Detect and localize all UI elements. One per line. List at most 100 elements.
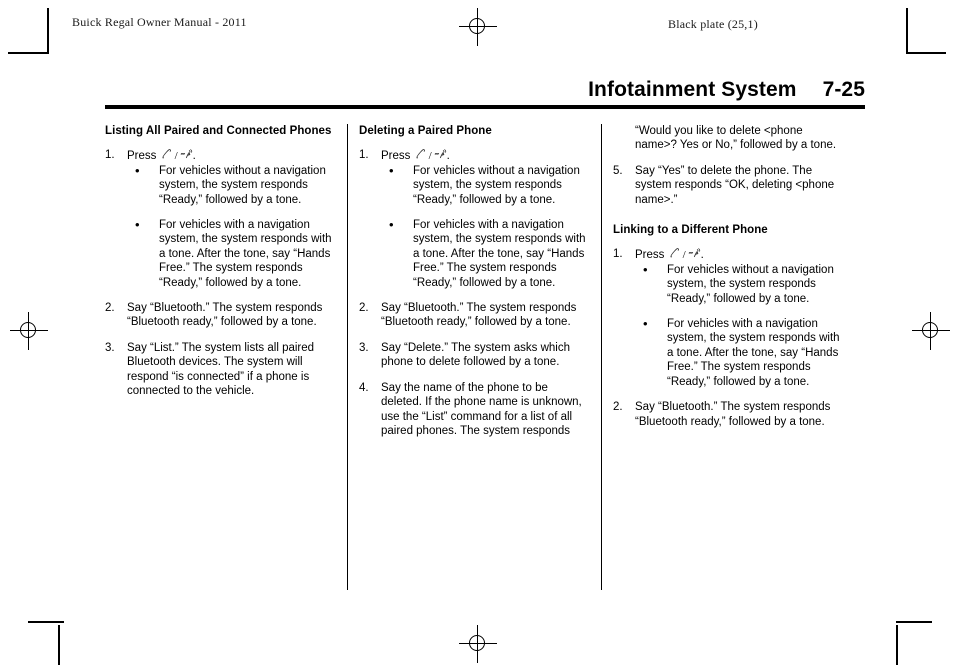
voice-recognition-icon — [434, 148, 447, 161]
page-title: Infotainment System — [588, 78, 797, 101]
press-label: Press — [127, 150, 157, 163]
continuation-text: “Would you like to delete <phone name>? … — [635, 125, 837, 152]
subheading-listing-paired-phones: Listing All Paired and Connected Phones — [105, 125, 332, 137]
step-text: Press /. • For vehicles without a naviga… — [381, 148, 591, 290]
bullet-dot: • — [389, 217, 394, 233]
section-title-row: Infotainment System 7-25 — [105, 78, 865, 102]
crop-mark-top-left-horizontal — [8, 52, 48, 54]
registration-horizontal-line — [459, 643, 497, 644]
bullet-dot: • — [135, 162, 140, 178]
step-number: 1. — [359, 149, 369, 162]
column-divider-2 — [591, 124, 613, 590]
icon-separator: / — [682, 249, 686, 262]
step-number: 3. — [359, 341, 369, 354]
step-item: 3. Say “Delete.” The system asks which p… — [359, 341, 591, 370]
step-item: 5. Say “Yes” to delete the phone. The sy… — [613, 164, 845, 207]
manual-page: Buick Regal Owner Manual - 2011 Black pl… — [0, 0, 954, 668]
bullet-text: For vehicles without a navigation system… — [159, 164, 326, 206]
registration-horizontal-line — [10, 330, 48, 331]
step-text: Press /. • For vehicles without a naviga… — [127, 148, 337, 290]
step-item: 2. Say “Bluetooth.” The system responds … — [613, 400, 845, 429]
step-number: 4. — [359, 381, 369, 394]
title-rule — [105, 105, 865, 109]
crop-mark-bottom-left-vertical — [58, 625, 60, 665]
subheading-linking-different-phone: Linking to a Different Phone — [613, 224, 768, 237]
step-item: 4. Say the name of the phone to be delet… — [359, 381, 591, 439]
step-text: Say “Bluetooth.” The system responds “Bl… — [127, 302, 323, 329]
step-number: 2. — [105, 302, 115, 315]
bullet-dot: • — [135, 217, 140, 233]
crop-mark-bottom-right-horizontal — [896, 621, 932, 623]
bullet-list: • For vehicles without a navigation syst… — [635, 261, 845, 389]
list-item: • For vehicles without a navigation syst… — [381, 163, 591, 207]
column-2: Deleting a Paired Phone 1. Press /. • Fo… — [359, 124, 591, 590]
bullet-text: For vehicles with a navigation system, t… — [667, 318, 840, 388]
step-item: 1. Press /. • For vehicles without a nav… — [105, 148, 337, 290]
step-text: Press /. • For vehicles without a naviga… — [635, 247, 845, 389]
column-1: Listing All Paired and Connected Phones … — [105, 124, 337, 590]
step-text: Say the name of the phone to be deleted.… — [381, 381, 582, 437]
crop-mark-top-right-horizontal — [906, 52, 946, 54]
registration-horizontal-line — [459, 26, 497, 27]
step-item: 1. Press /. • For vehicles without a nav… — [613, 247, 845, 389]
voice-recognition-icon — [180, 148, 193, 161]
step-text: Say “List.” The system lists all paired … — [127, 341, 315, 398]
body-columns: Listing All Paired and Connected Phones … — [105, 124, 869, 590]
continuation-paragraph: “Would you like to delete <phone name>? … — [613, 124, 845, 153]
bullet-text: For vehicles with a navigation system, t… — [413, 219, 586, 289]
bullet-list: • For vehicles without a navigation syst… — [381, 163, 591, 290]
step-number: 3. — [105, 341, 115, 354]
list-item: • For vehicles with a navigation system,… — [127, 217, 337, 290]
list-item: • For vehicles without a navigation syst… — [127, 162, 337, 207]
list-item: • For vehicles without a navigation syst… — [635, 261, 845, 306]
step-item: 1. Press /. • For vehicles without a nav… — [359, 148, 591, 290]
column-divider-1 — [337, 124, 359, 590]
crop-mark-top-right-vertical — [906, 8, 908, 54]
icon-separator: / — [174, 150, 178, 163]
step-item: 2. Say “Bluetooth.” The system responds … — [359, 301, 591, 330]
step-text: Say “Bluetooth.” The system responds “Bl… — [635, 401, 831, 428]
press-trailing-punct: . — [446, 150, 450, 163]
registration-vertical-line — [28, 312, 29, 350]
column-rule — [347, 124, 348, 590]
crop-mark-top-left-vertical — [47, 8, 49, 54]
step-number: 2. — [359, 302, 369, 315]
step-number: 2. — [613, 401, 623, 414]
registration-vertical-line — [930, 312, 931, 350]
crop-mark-bottom-left-horizontal — [28, 621, 64, 623]
step-text: Say “Delete.” The system asks which phon… — [381, 341, 570, 369]
step-item: 2. Say “Bluetooth.” The system responds … — [105, 301, 337, 330]
registration-horizontal-line — [912, 330, 950, 331]
bullet-dot: • — [643, 316, 648, 332]
list-item: • For vehicles with a navigation system,… — [635, 316, 845, 389]
phone-handset-icon — [160, 148, 173, 161]
registration-mark-bottom — [459, 625, 497, 663]
phone-handset-icon — [668, 247, 681, 260]
press-trailing-punct: . — [700, 249, 704, 262]
registration-mark-top — [459, 8, 497, 46]
step-number: 1. — [105, 149, 115, 162]
step-item: 3. Say “List.” The system lists all pair… — [105, 341, 337, 399]
bullet-text: For vehicles without a navigation system… — [667, 263, 834, 305]
bullet-list: • For vehicles without a navigation syst… — [127, 162, 337, 290]
step-text: Say “Bluetooth.” The system responds “Bl… — [381, 302, 577, 329]
icon-separator: / — [428, 150, 432, 163]
press-label: Press — [635, 249, 665, 262]
press-trailing-punct: . — [192, 150, 196, 163]
list-item: • For vehicles with a navigation system,… — [381, 217, 591, 290]
crop-mark-bottom-right-vertical — [896, 625, 898, 665]
running-header-right: Black plate (25,1) — [668, 17, 758, 31]
step-number: 5. — [613, 164, 623, 177]
continuation-indent — [613, 124, 635, 153]
column-rule — [601, 124, 602, 590]
step-number: 1. — [613, 248, 623, 261]
bullet-text: For vehicles without a navigation system… — [413, 164, 580, 206]
registration-mark-left — [10, 312, 48, 350]
voice-recognition-icon — [688, 247, 701, 260]
subheading-deleting-paired-phone: Deleting a Paired Phone — [359, 125, 492, 137]
page-number: 7-25 — [822, 78, 865, 101]
registration-vertical-line — [477, 625, 478, 663]
bullet-dot: • — [643, 261, 648, 277]
phone-handset-icon — [414, 148, 427, 161]
bullet-text: For vehicles with a navigation system, t… — [159, 219, 332, 289]
